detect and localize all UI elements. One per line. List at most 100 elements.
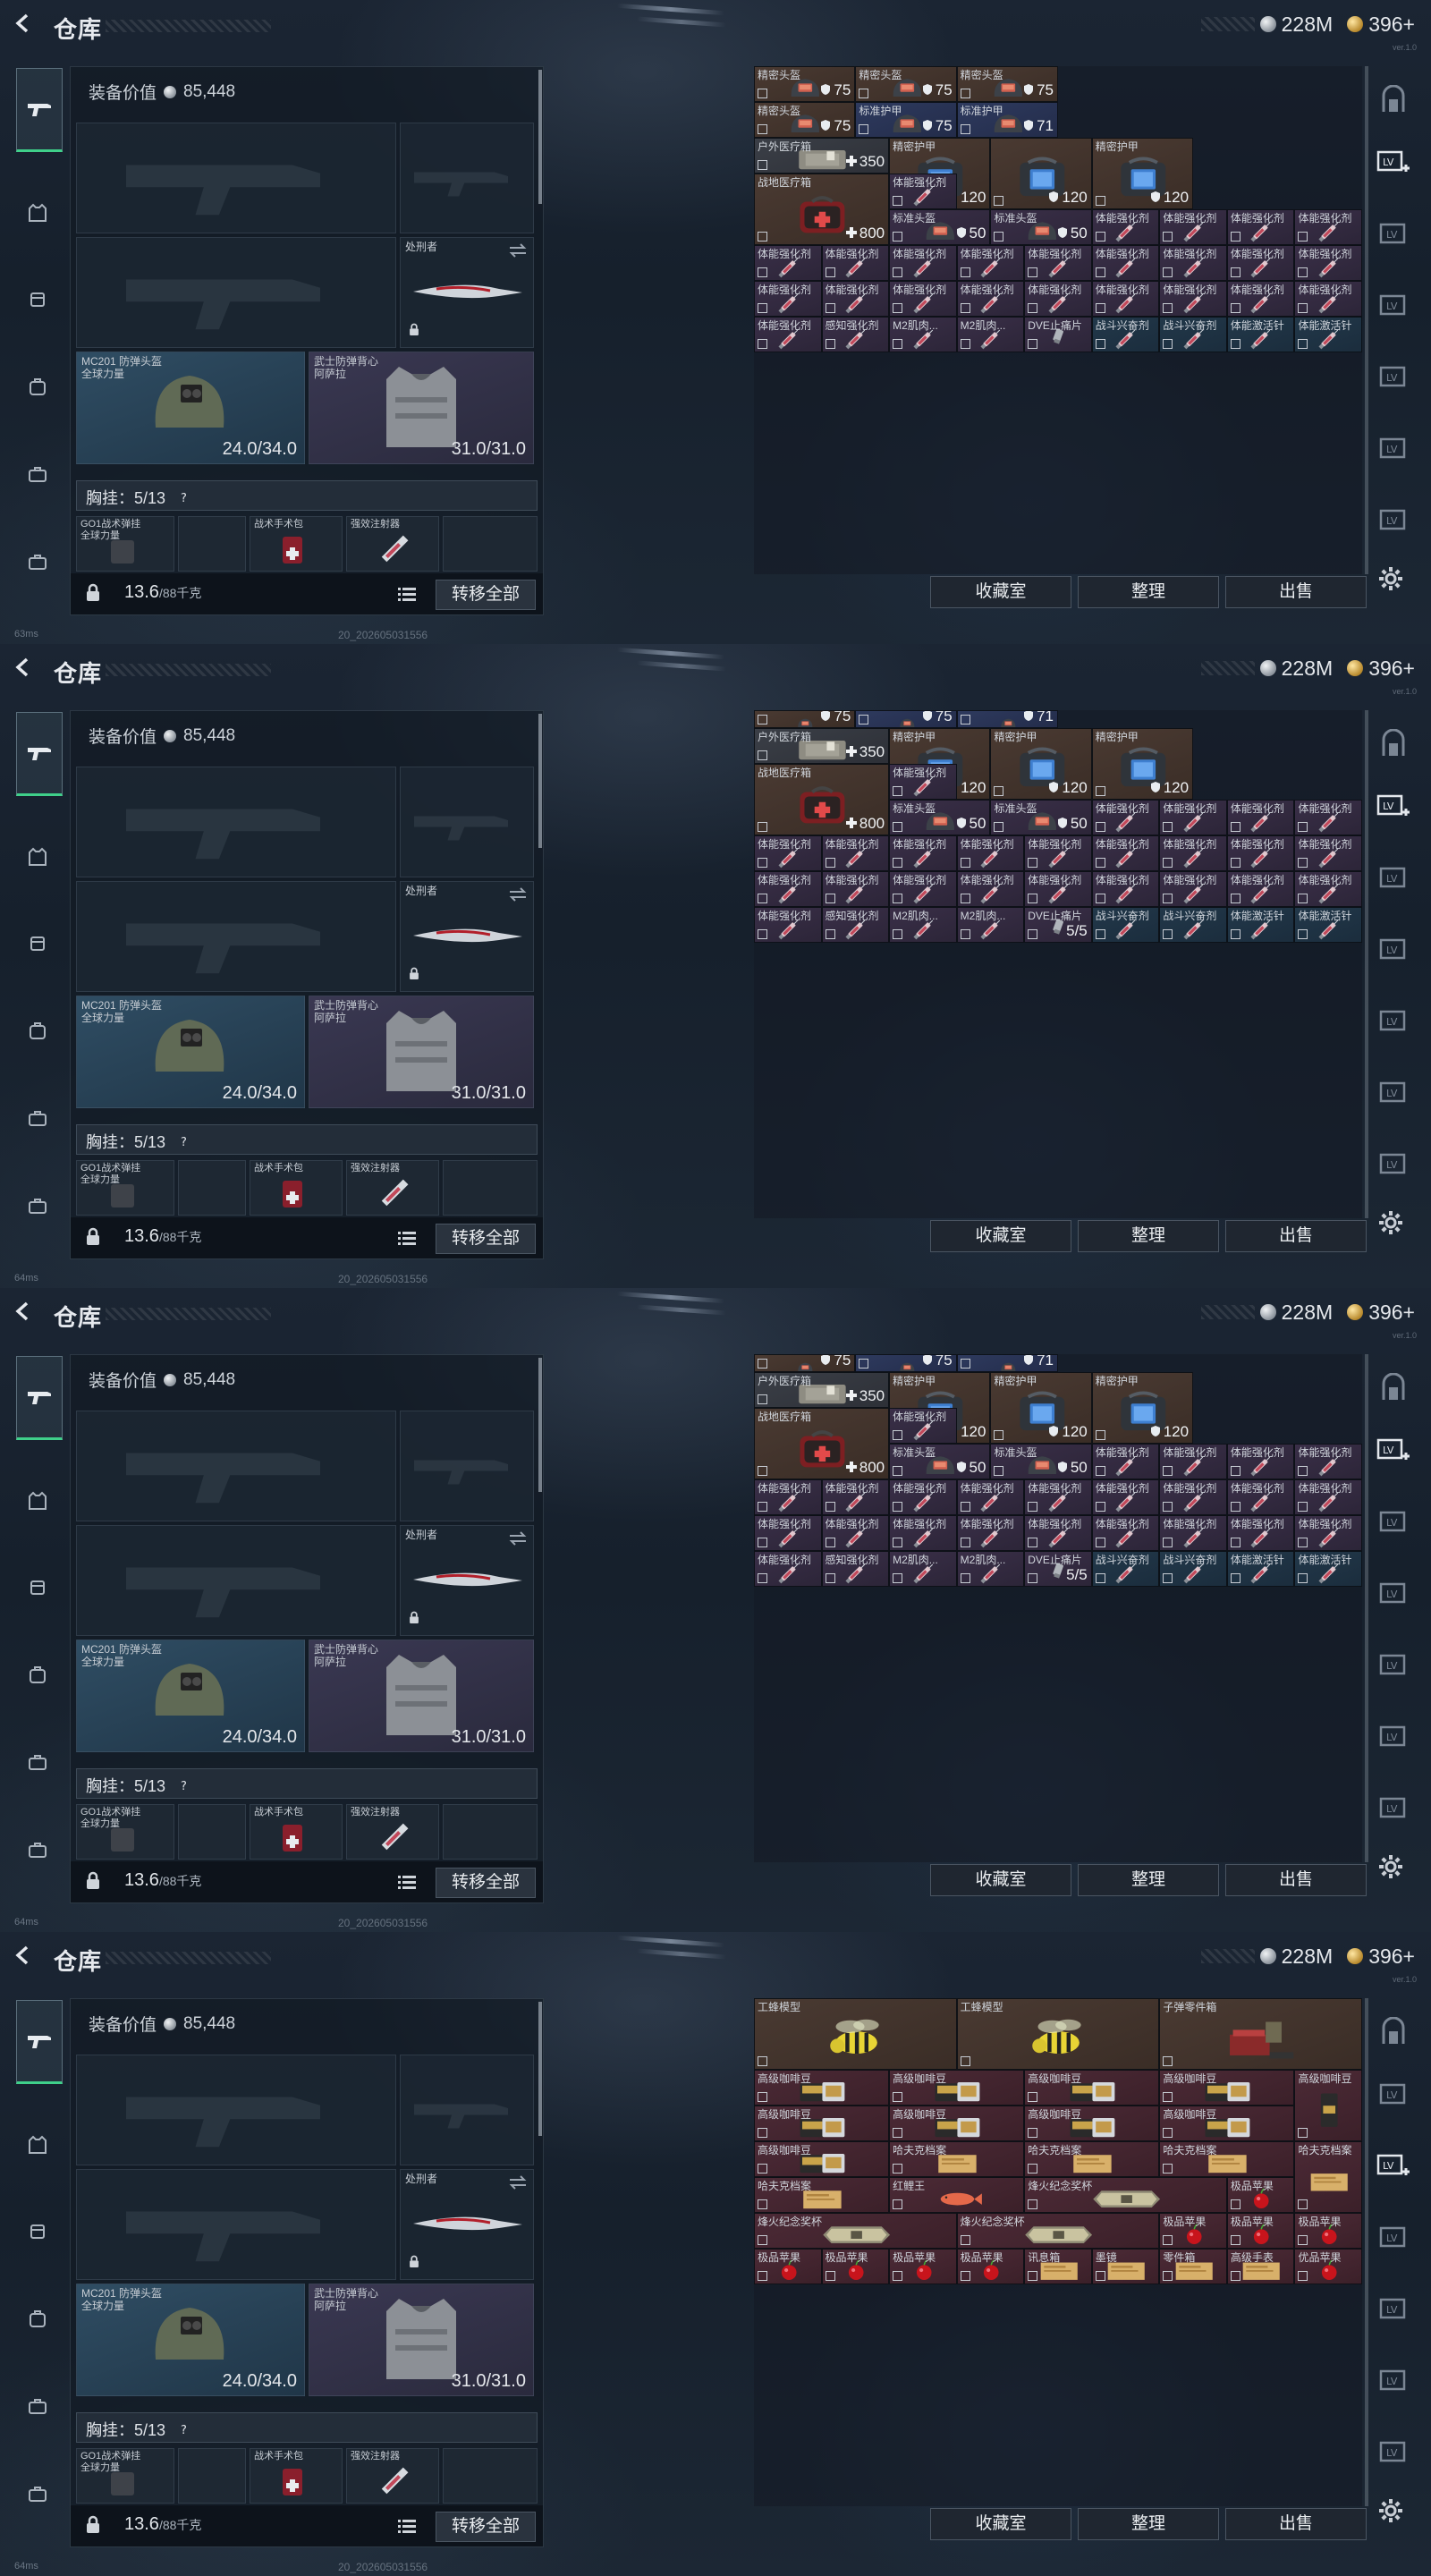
sort-button[interactable]: 整理	[1078, 576, 1219, 608]
stash-item[interactable]: 体能强化剂	[1226, 1479, 1295, 1515]
collection-button[interactable]: 收藏室	[930, 576, 1071, 608]
stash-item[interactable]: 体能强化剂	[1159, 1515, 1227, 1551]
stash-item[interactable]: 精密护甲 120	[990, 1372, 1092, 1444]
help-icon[interactable]: ?	[178, 1133, 191, 1151]
stash-item[interactable]: 高级咖啡豆	[1024, 2070, 1160, 2106]
stash-item[interactable]: 体能激活针	[1226, 317, 1295, 352]
toolbox-tab-icon[interactable]	[18, 1830, 57, 1869]
loadout-scrollbar[interactable]	[538, 70, 542, 204]
stash-home-icon[interactable]	[1374, 724, 1413, 764]
stash-item[interactable]: 体能强化剂	[754, 1515, 822, 1551]
stash-scrollbar[interactable]	[1365, 66, 1368, 574]
stash-item[interactable]: 体能强化剂	[1226, 281, 1295, 317]
back-arrow-icon[interactable]	[13, 657, 34, 678]
lock-icon[interactable]	[85, 583, 101, 607]
stash-item[interactable]: 体能强化剂	[1159, 245, 1227, 281]
loadout-scrollbar[interactable]	[538, 1358, 542, 1492]
loadout-scrollbar[interactable]	[538, 2002, 542, 2136]
helmet-slot[interactable]: MC201 防弹头盔 全球力量 24.0/34.0	[76, 2284, 305, 2396]
stash-page-2-icon[interactable]: LV	[1374, 2147, 1413, 2186]
stash-item[interactable]: 体能强化剂	[889, 281, 957, 317]
list-icon[interactable]	[398, 1230, 416, 1250]
armor-tab-icon[interactable]	[18, 837, 57, 877]
armor-tab-icon[interactable]	[18, 1481, 57, 1521]
stash-item[interactable]: 体能强化剂	[1024, 245, 1092, 281]
stash-item[interactable]: 体能强化剂	[1024, 281, 1092, 317]
stash-item[interactable]: 极品苹果	[754, 2249, 822, 2284]
gold-amount[interactable]: 396+	[1368, 13, 1415, 37]
stash-item[interactable]: 极品苹果	[1294, 2213, 1362, 2249]
stash-item[interactable]: 红鲤王	[889, 2177, 1025, 2213]
collection-button[interactable]: 收藏室	[930, 1220, 1071, 1252]
lock-icon[interactable]	[85, 2515, 101, 2539]
list-icon[interactable]	[398, 2518, 416, 2538]
stash-item[interactable]: 战斗兴奋剂	[1159, 1551, 1227, 1587]
stash-item[interactable]: 体能强化剂	[889, 1515, 957, 1551]
stash-item[interactable]: M2肌肉...	[956, 1551, 1025, 1587]
pouch-slot-3[interactable]: 强效注射器	[346, 2448, 439, 2504]
gold-amount[interactable]: 396+	[1368, 1301, 1415, 1325]
stash-item[interactable]: 体能强化剂	[821, 245, 890, 281]
stash-item[interactable]: 哈夫克档案	[1159, 2141, 1295, 2177]
helmet-slot[interactable]: MC201 防弹头盔 全球力量 24.0/34.0	[76, 1640, 305, 1752]
stash-item[interactable]: 优品苹果	[1294, 2249, 1362, 2284]
stash-item[interactable]: 体能强化剂	[821, 835, 890, 871]
stash-item[interactable]: 高级咖啡豆	[754, 2070, 890, 2106]
stash-item[interactable]: 标准头盔 50	[990, 1444, 1092, 1479]
pouch-slot-3[interactable]: 强效注射器	[346, 516, 439, 572]
transfer-all-button[interactable]: 转移全部	[436, 2512, 536, 2542]
pouch-slot-empty[interactable]	[178, 1804, 246, 1860]
pouch-slot-empty[interactable]	[443, 516, 538, 572]
stash-item[interactable]: 哈夫克档案	[1294, 2141, 1362, 2213]
pouch-slot-3[interactable]: 强效注射器	[346, 1804, 439, 1860]
back-arrow-icon[interactable]	[13, 1945, 34, 1966]
stash-item[interactable]: 体能强化剂	[1091, 871, 1160, 907]
case-tab-icon[interactable]	[18, 2386, 57, 2426]
stash-item[interactable]: 高级咖啡豆	[1294, 2070, 1362, 2141]
stash-item[interactable]: 体能强化剂	[821, 871, 890, 907]
stash-item[interactable]: 高级手表	[1226, 2249, 1295, 2284]
stash-page-2-icon[interactable]: LV	[1374, 215, 1413, 254]
armor-slot[interactable]: 武士防弹背心 阿萨拉 31.0/31.0	[309, 352, 534, 464]
stash-item[interactable]: 标准头盔 50	[889, 1444, 991, 1479]
stash-item[interactable]: 烽火纪念奖杯	[1024, 2177, 1227, 2213]
stash-item[interactable]: 精密头盔 75	[956, 66, 1058, 102]
sidearm-slot[interactable]	[400, 123, 534, 233]
stash-item[interactable]: 体能强化剂	[1091, 209, 1160, 245]
sidearm-slot[interactable]	[400, 2055, 534, 2165]
melee-slot[interactable]: 处刑者	[400, 2169, 534, 2280]
settings-gear-icon[interactable]	[1377, 565, 1404, 597]
stash-item[interactable]: 户外医疗箱 350	[754, 1372, 890, 1408]
stash-item[interactable]: 体能强化剂	[889, 174, 957, 209]
stash-item[interactable]: M2肌肉...	[956, 317, 1025, 352]
stash-item[interactable]: 体能强化剂	[821, 1479, 890, 1515]
stash-item[interactable]: 体能强化剂	[1226, 209, 1295, 245]
stash-item[interactable]: DVE止痛片 5/5	[1024, 907, 1092, 943]
stash-page-1-icon[interactable]: LV	[1374, 2075, 1413, 2114]
stash-page-5-icon[interactable]: LV	[1374, 2361, 1413, 2401]
stash-home-icon[interactable]	[1374, 80, 1413, 120]
stash-item[interactable]: 体能强化剂	[1024, 871, 1092, 907]
stash-item[interactable]: 体能强化剂	[1294, 871, 1362, 907]
stash-item[interactable]: 战斗兴奋剂	[1159, 907, 1227, 943]
stash-item[interactable]: 体能强化剂	[889, 835, 957, 871]
case-tab-icon[interactable]	[18, 1742, 57, 1782]
swap-icon[interactable]	[508, 243, 528, 262]
stash-item[interactable]: 体能强化剂	[1159, 871, 1227, 907]
chest-rig-tab-icon[interactable]	[18, 1567, 57, 1606]
armor-tab-icon[interactable]	[18, 2125, 57, 2165]
stash-item[interactable]: 体能强化剂	[1159, 209, 1227, 245]
stash-item[interactable]: 极品苹果	[1226, 2213, 1295, 2249]
stash-item[interactable]: 高级咖啡豆	[1159, 2106, 1295, 2141]
stash-item[interactable]: 极品苹果	[1226, 2177, 1295, 2213]
settings-gear-icon[interactable]	[1377, 2497, 1404, 2529]
stash-item[interactable]: 体能强化剂	[1226, 871, 1295, 907]
gold-amount[interactable]: 396+	[1368, 1945, 1415, 1969]
primary-weapon-slot[interactable]	[76, 1411, 396, 1521]
help-icon[interactable]: ?	[178, 2421, 191, 2439]
chest-rig-bar[interactable]: 胸挂：5/13?	[76, 1124, 538, 1155]
pouch-slot-1[interactable]: GO1战术弹挂 全球力量	[76, 1160, 174, 1216]
stash-item[interactable]: 体能激活针	[1294, 317, 1362, 352]
stash-item[interactable]: 体能强化剂	[754, 281, 822, 317]
stash-page-1-icon[interactable]: LV	[1374, 143, 1413, 182]
